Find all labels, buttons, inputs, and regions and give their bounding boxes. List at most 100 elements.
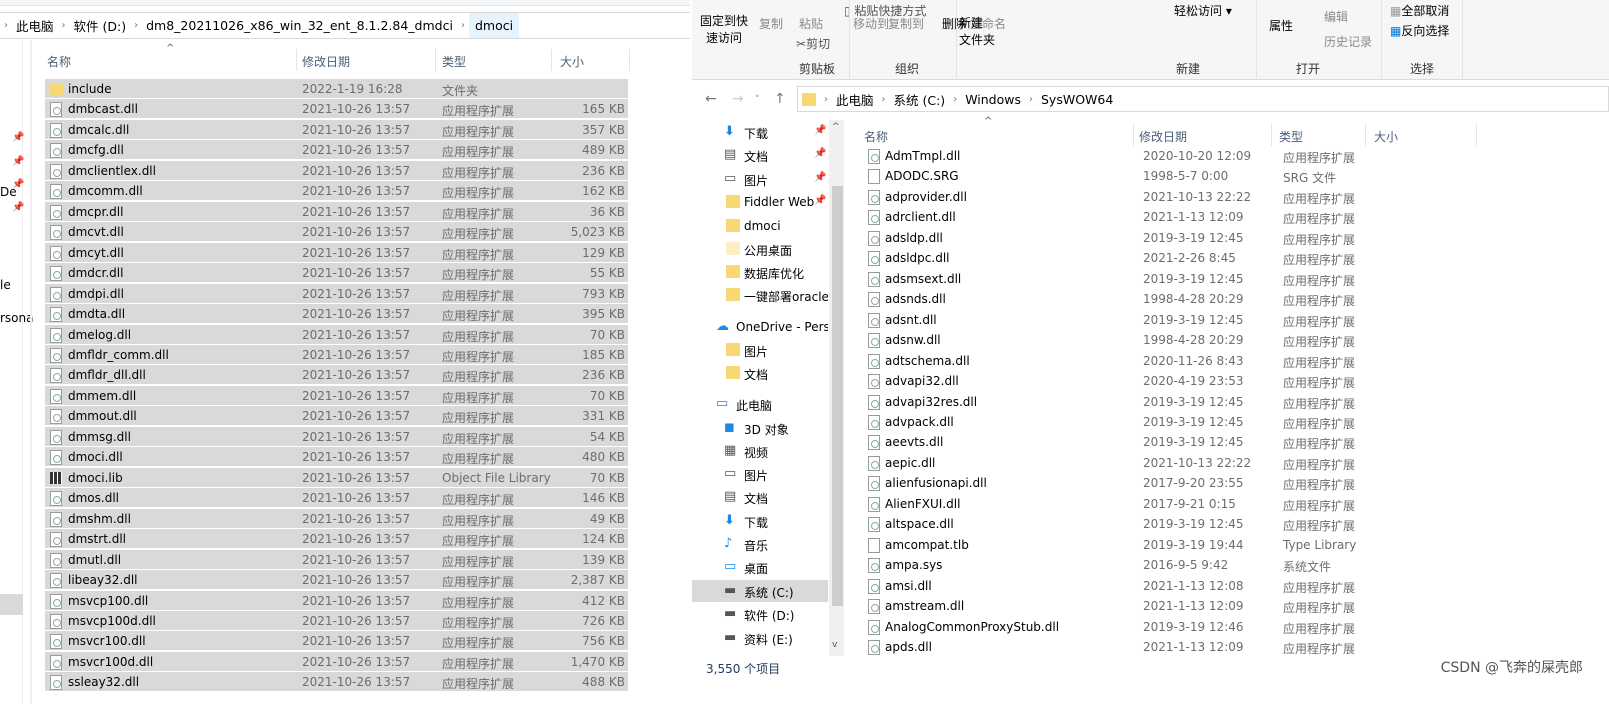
- breadcrumb-current[interactable]: SysWOW64: [1037, 92, 1117, 107]
- file-row[interactable]: dmmem.dll 2021-10-26 13:57 应用程序扩展 70 KB: [45, 385, 628, 406]
- nav-item[interactable]: 一键部署oracle: [692, 284, 828, 306]
- forward-button[interactable]: →: [732, 91, 744, 107]
- nav-item[interactable]: ▬ 资料 (E:): [692, 627, 828, 649]
- pin-icon[interactable]: 📌: [814, 195, 826, 206]
- file-row[interactable]: alienfusionapi.dll2017-9-20 23:55应用程序扩展2…: [860, 473, 1460, 493]
- file-row[interactable]: dmcalc.dll 2021-10-26 13:57 应用程序扩展 357 KB: [45, 119, 628, 140]
- nav-item[interactable]: dmoci: [692, 215, 828, 237]
- history-button[interactable]: 历史记录: [1324, 33, 1372, 50]
- easy-access-button[interactable]: 轻松访问 ▾: [1174, 2, 1232, 19]
- copy-to-button[interactable]: 复制到: [888, 15, 924, 32]
- nav-item[interactable]: 公用桌面: [692, 238, 828, 260]
- breadcrumb-item[interactable]: 软件 (D:): [70, 16, 131, 35]
- cut-button[interactable]: ✂剪切: [796, 35, 830, 52]
- nav-item[interactable]: ♪ 音乐: [692, 533, 828, 555]
- file-row[interactable]: amsi.dll2021-1-13 12:08应用程序扩展58 KB: [860, 576, 1460, 596]
- pin-icon[interactable]: 📌: [814, 125, 826, 136]
- column-size[interactable]: 大小: [1374, 128, 1398, 145]
- file-row[interactable]: ADODC.SRG1998-5-7 0:00SRG 文件1 KB: [860, 166, 1460, 186]
- file-row[interactable]: adsnds.dll1998-4-28 20:29应用程序扩展150 KB: [860, 289, 1460, 309]
- file-row[interactable]: adsmsext.dll2019-3-19 12:45应用程序扩展83 KB: [860, 269, 1460, 289]
- nav-item[interactable]: ▭ 图片: [692, 463, 828, 485]
- select-none-button[interactable]: ▦全部取消: [1390, 2, 1449, 19]
- file-row[interactable]: amstream.dll2021-1-13 12:09应用程序扩展75 KB: [860, 596, 1460, 616]
- breadcrumb-item[interactable]: Windows: [961, 92, 1025, 107]
- column-date[interactable]: 修改日期: [302, 53, 350, 70]
- nav-item[interactable]: 图片: [692, 339, 828, 361]
- address-bar[interactable]: › 此电脑 › 系统 (C:) › Windows › SysWOW64: [797, 86, 1609, 112]
- column-size[interactable]: 大小: [560, 53, 584, 70]
- nav-item[interactable]: ◼ 3D 对象: [692, 417, 828, 439]
- file-row[interactable]: dmbcast.dll 2021-10-26 13:57 应用程序扩展 165 KB: [45, 99, 628, 120]
- file-row[interactable]: adsnw.dll1998-4-28 20:29应用程序扩展117 KB: [860, 330, 1460, 350]
- move-to-button[interactable]: 移动到: [853, 15, 889, 32]
- file-row[interactable]: msvcr100.dll 2021-10-26 13:57 应用程序扩展 756 KB: [45, 631, 628, 652]
- back-button[interactable]: ←: [705, 91, 717, 107]
- file-row[interactable]: adprovider.dll2021-10-13 22:22应用程序扩展48 K…: [860, 187, 1460, 207]
- breadcrumb-current[interactable]: dmoci: [468, 13, 520, 38]
- file-row[interactable]: dmelog.dll 2021-10-26 13:57 应用程序扩展 70 KB: [45, 324, 628, 345]
- file-row[interactable]: aeevts.dll2019-3-19 12:45应用程序扩展30 KB: [860, 432, 1460, 452]
- file-row[interactable]: dmfldr_dll.dll 2021-10-26 13:57 应用程序扩展 236 …: [45, 365, 628, 386]
- file-row[interactable]: ssleay32.dll 2021-10-26 13:57 应用程序扩展 488 KB: [45, 672, 628, 693]
- invert-selection-button[interactable]: ▦反向选择: [1390, 22, 1449, 39]
- file-row[interactable]: ampa.sys2016-9-5 9:42系统文件20 KB: [860, 555, 1460, 575]
- address-bar[interactable]: › 此电脑 › 软件 (D:) › dm8_20211026_x86_win_3…: [0, 12, 690, 39]
- file-row[interactable]: advapi32.dll2020-4-19 23:53应用程序扩展477 KB: [860, 371, 1460, 391]
- file-row[interactable]: dmoci.dll 2021-10-26 13:57 应用程序扩展 480 KB: [45, 447, 628, 468]
- up-button[interactable]: ↑: [774, 91, 786, 107]
- recent-dropdown[interactable]: ˅: [755, 95, 760, 105]
- file-row[interactable]: dmutl.dll 2021-10-26 13:57 应用程序扩展 139 KB: [45, 549, 628, 570]
- scrollbar-thumb[interactable]: [832, 186, 843, 606]
- breadcrumb-item[interactable]: dm8_20211026_x86_win_32_ent_8.1.2.84_dmd…: [142, 18, 457, 33]
- nav-item[interactable]: ☁ OneDrive - Pers: [692, 316, 828, 338]
- file-row[interactable]: dmcfg.dll 2021-10-26 13:57 应用程序扩展 489 KB: [45, 140, 628, 161]
- file-row[interactable]: AnalogCommonProxyStub.dll 2019-3-19 12:46…: [860, 617, 1460, 637]
- nav-item[interactable]: ▬ 系统 (C:): [692, 580, 828, 602]
- file-row[interactable]: advapi32res.dll2019-3-19 12:45应用程序扩展3 KB: [860, 392, 1460, 412]
- file-row[interactable]: advpack.dll2019-3-19 12:45应用程序扩展118 KB: [860, 412, 1460, 432]
- edit-button[interactable]: 编辑: [1324, 8, 1348, 25]
- nav-item[interactable]: 文档: [692, 362, 828, 384]
- breadcrumb-item[interactable]: 此电脑: [832, 90, 878, 109]
- scroll-up-icon[interactable]: ^: [832, 122, 840, 132]
- breadcrumb-item[interactable]: 此电脑: [12, 16, 58, 35]
- file-row[interactable]: adtschema.dll2020-11-26 8:43应用程序扩展843 KB: [860, 351, 1460, 371]
- pin-icon[interactable]: 📌: [814, 172, 826, 183]
- file-row[interactable]: dmcpr.dll 2021-10-26 13:57 应用程序扩展 36 KB: [45, 201, 628, 222]
- nav-item[interactable]: ⬇ 下载 📌: [692, 121, 828, 143]
- paste-button[interactable]: 粘贴: [799, 15, 823, 32]
- file-row[interactable]: AdmTmpl.dll2020-10-20 12:09应用程序扩展419 KB: [860, 146, 1460, 166]
- column-name[interactable]: 名称: [864, 128, 888, 145]
- file-row[interactable]: dmclientlex.dll 2021-10-26 13:57 应用程序扩展 236…: [45, 160, 628, 181]
- nav-item[interactable]: 数据库优化: [692, 261, 828, 283]
- file-row[interactable]: dmmout.dll 2021-10-26 13:57 应用程序扩展 331 KB: [45, 406, 628, 427]
- file-row[interactable]: dmfldr_comm.dll 2021-10-26 13:57 应用程序扩展 185…: [45, 344, 628, 365]
- nav-item[interactable]: ⬇ 下载: [692, 510, 828, 532]
- nav-item[interactable]: ▬ 软件 (D:): [692, 603, 828, 625]
- file-row[interactable]: dmos.dll 2021-10-26 13:57 应用程序扩展 146 KB: [45, 488, 628, 509]
- nav-item[interactable]: ▭ 图片 📌: [692, 168, 828, 190]
- nav-item[interactable]: ▤ 文档: [692, 486, 828, 508]
- nav-item[interactable]: ▤ 文档 📌: [692, 144, 828, 166]
- file-row[interactable]: dmcomm.dll 2021-10-26 13:57 应用程序扩展 162 KB: [45, 181, 628, 202]
- file-row[interactable]: dmmsg.dll 2021-10-26 13:57 应用程序扩展 54 KB: [45, 426, 628, 447]
- file-row[interactable]: adsldpc.dll2021-2-26 8:45应用程序扩展229 KB: [860, 248, 1460, 268]
- pin-quick-access-button[interactable]: 固定到快 速访问: [700, 13, 748, 47]
- pin-icon[interactable]: 📌: [814, 148, 826, 159]
- nav-item-partial[interactable]: rsona: [0, 311, 34, 325]
- file-row[interactable]: adrclient.dll2021-1-13 12:09应用程序扩展98 KB: [860, 207, 1460, 227]
- file-row[interactable]: dmshm.dll 2021-10-26 13:57 应用程序扩展 49 KB: [45, 508, 628, 529]
- nav-item[interactable]: ▭ 此电脑: [692, 393, 828, 415]
- nav-item[interactable]: Fiddler Web 📌: [692, 191, 828, 213]
- scroll-down-icon[interactable]: v: [832, 640, 837, 650]
- file-row[interactable]: libeay32.dll 2021-10-26 13:57 应用程序扩展 2,387 …: [45, 570, 628, 591]
- column-type[interactable]: 类型: [1279, 128, 1303, 145]
- file-row[interactable]: dmdpi.dll 2021-10-26 13:57 应用程序扩展 793 KB: [45, 283, 628, 304]
- file-row[interactable]: adsnt.dll2019-3-19 12:45应用程序扩展280 KB: [860, 310, 1460, 330]
- column-name[interactable]: 名称: [47, 53, 71, 70]
- new-folder-button[interactable]: 新建 文件夹: [959, 15, 995, 49]
- nav-scrollbar[interactable]: [30, 40, 32, 704]
- file-row[interactable]: amcompat.tlb2019-3-19 19:44Type Library1…: [860, 535, 1460, 555]
- nav-item-partial[interactable]: De: [0, 185, 17, 199]
